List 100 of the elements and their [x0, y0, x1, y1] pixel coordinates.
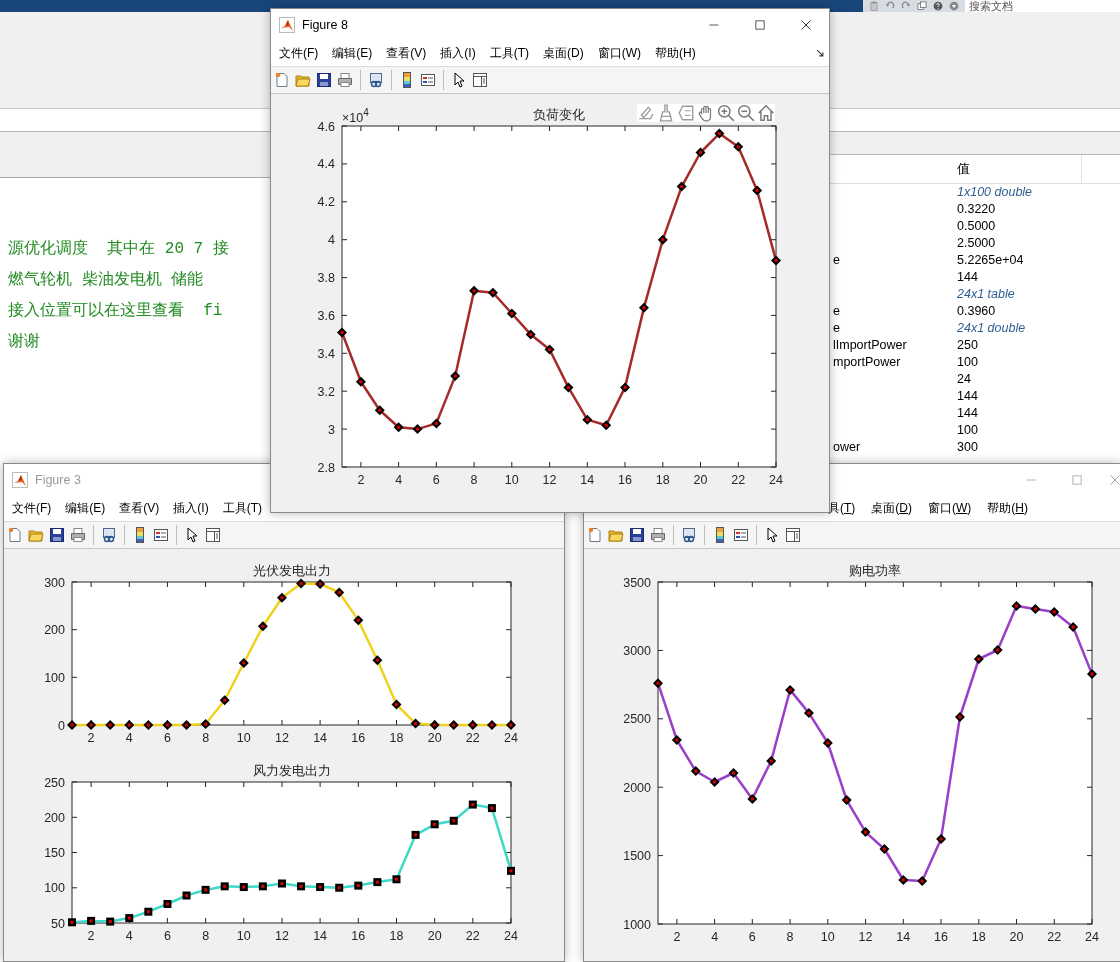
data-marker: [841, 795, 852, 806]
data-marker: [676, 181, 687, 192]
open-folder-icon[interactable]: [295, 72, 311, 88]
tick-label: 20: [427, 929, 442, 943]
menu-item[interactable]: 插入(I): [440, 44, 476, 62]
data-marker: [201, 885, 210, 894]
pointer-icon[interactable]: [451, 72, 467, 88]
data-marker: [106, 917, 115, 926]
undo-icon[interactable]: [885, 1, 895, 11]
dock-icon[interactable]: [815, 48, 825, 58]
variable-name: lImportPower: [833, 338, 907, 352]
tick-label: 14: [896, 930, 911, 944]
tick-label: 8: [470, 473, 478, 487]
tick-label: 4: [711, 930, 719, 944]
menu-item[interactable]: 查看(V): [386, 44, 427, 62]
data-marker: [709, 777, 720, 787]
data-marker: [936, 834, 947, 845]
data-marker: [803, 708, 814, 719]
variable-value: 144: [957, 389, 978, 403]
save-icon[interactable]: [316, 72, 332, 88]
menu-item[interactable]: 桌面(D): [543, 44, 584, 62]
data-marker: [638, 302, 649, 313]
zoom-out-icon[interactable]: [737, 104, 755, 122]
tick-label: 14: [313, 929, 328, 943]
menu-item[interactable]: 编辑(E): [332, 44, 373, 62]
data-marker: [277, 879, 286, 888]
window-icon[interactable]: [917, 1, 927, 11]
tick-label: 4: [328, 233, 335, 248]
dropdown-icon[interactable]: [949, 1, 959, 11]
tick-label: 150: [44, 846, 65, 860]
data-marker: [315, 578, 326, 589]
tick-label: 16: [934, 930, 948, 944]
data-marker: [412, 424, 423, 435]
property-editor-icon[interactable]: [472, 72, 488, 88]
close-icon: [1109, 473, 1120, 486]
tick-label: 20: [427, 731, 442, 745]
data-marker: [1011, 600, 1022, 611]
tick-label: 2500: [623, 712, 651, 727]
redo-icon[interactable]: [901, 1, 911, 11]
data-marker: [354, 881, 363, 890]
variable-value: 250: [957, 338, 978, 352]
data-marker: [1087, 669, 1097, 680]
print-icon[interactable]: [337, 72, 353, 88]
new-file-icon[interactable]: [274, 72, 290, 88]
tick-label: 50: [51, 916, 65, 931]
data-marker: [296, 578, 307, 589]
maximize-icon: [1071, 473, 1083, 486]
data-marker: [544, 344, 555, 355]
tick-label: 2: [87, 731, 95, 745]
variable-value: 0.5000: [957, 219, 996, 233]
app-icon: [12, 471, 28, 488]
tick-label: 20: [1009, 930, 1024, 944]
search-field[interactable]: 搜索文档: [965, 0, 1120, 12]
data-marker: [86, 720, 97, 730]
tick-label: 2: [357, 473, 365, 487]
tick-label: 250: [44, 775, 65, 790]
export-icon[interactable]: [637, 104, 655, 122]
data-marker: [124, 720, 135, 730]
data-marker: [992, 645, 1003, 655]
data-marker: [506, 720, 516, 730]
datatip-icon[interactable]: [677, 104, 695, 122]
legend-icon[interactable]: [420, 72, 436, 88]
app-icon: [279, 16, 295, 33]
menu-item[interactable]: 工具(T): [489, 44, 529, 62]
data-marker: [486, 720, 497, 730]
home-icon[interactable]: [757, 104, 775, 122]
data-marker: [67, 720, 77, 730]
tick-label: 3.4: [317, 346, 335, 361]
tick-label: 12: [275, 731, 289, 745]
axis-exponent: ×10$^{4}$: [342, 107, 369, 125]
tick-label: 10: [820, 930, 835, 944]
data-marker: [467, 720, 478, 730]
tick-label: 22: [465, 731, 480, 745]
tick-label: 300: [44, 575, 65, 590]
tick-label: 10: [504, 473, 519, 487]
data-marker: [468, 800, 477, 809]
tick-label: 100: [44, 881, 65, 896]
close-icon: [800, 18, 812, 31]
tick-label: 2: [673, 930, 681, 944]
tick-label: 4: [125, 731, 133, 745]
menu-item[interactable]: 文件(F): [279, 44, 319, 62]
data-marker: [257, 621, 268, 632]
zoom-in-icon[interactable]: [717, 104, 735, 122]
data-marker: [238, 658, 249, 669]
tick-label: 3500: [623, 575, 651, 590]
data-marker: [162, 720, 173, 730]
data-marker: [771, 255, 781, 266]
tick-label: 22: [1047, 930, 1062, 944]
brush-icon[interactable]: [657, 104, 675, 122]
data-marker: [507, 866, 515, 875]
help-icon[interactable]: [933, 1, 943, 11]
data-marker: [898, 874, 909, 885]
menu-item[interactable]: 帮助(H): [655, 44, 696, 62]
tick-label: 18: [971, 930, 986, 944]
menu-item[interactable]: 窗口(W): [597, 44, 641, 62]
tick-label: 4.2: [317, 195, 335, 210]
link-icon[interactable]: [368, 72, 384, 88]
tick-label: 3.2: [317, 384, 335, 399]
data-marker: [714, 128, 725, 139]
column-header: 值: [957, 160, 970, 178]
